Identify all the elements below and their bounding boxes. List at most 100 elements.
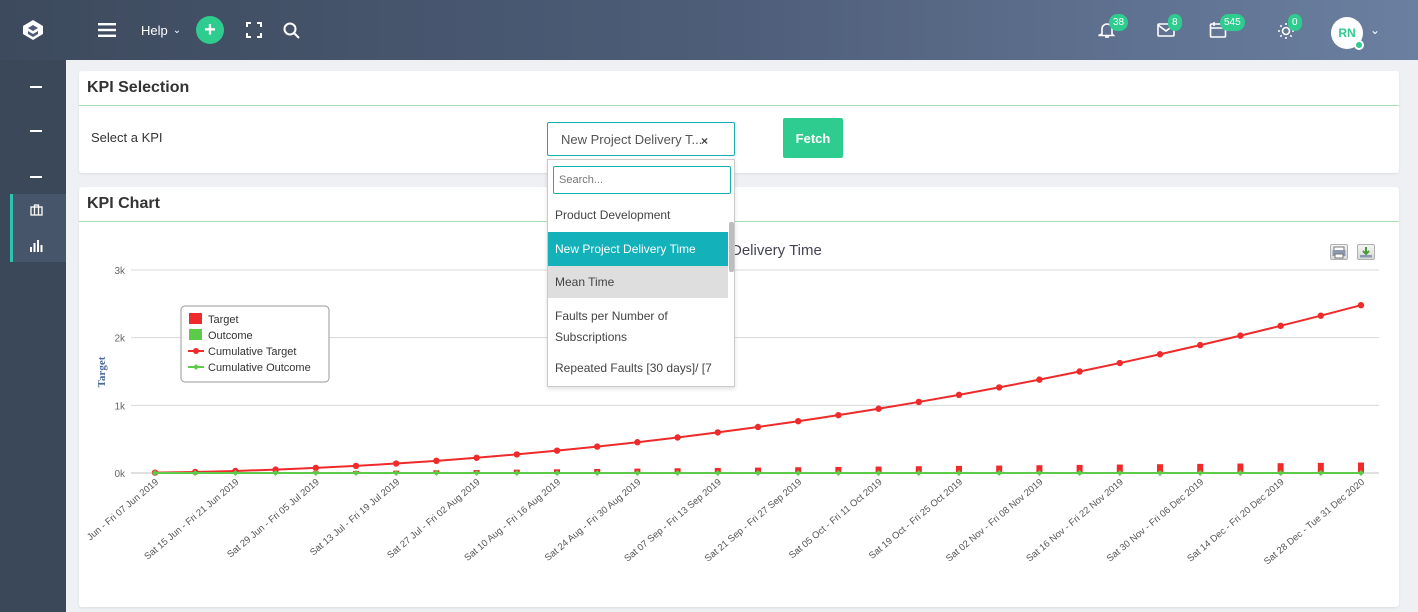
legend-swatch xyxy=(189,329,202,340)
cumulative-target-point xyxy=(634,439,641,446)
cumulative-target-point xyxy=(433,457,440,465)
dropdown-option[interactable]: New Project Delivery Time xyxy=(548,232,728,266)
notification-badge: 38 xyxy=(1109,14,1129,31)
x-tick-label: Jun - Fri 07 Jun 2019 xyxy=(85,477,161,543)
x-tick-label: Sat 15 Jun - Fri 21 Jun 2019 xyxy=(142,477,241,562)
panel-title: KPI Chart xyxy=(87,195,160,212)
sidebar-item-kpi[interactable] xyxy=(0,232,66,260)
x-tick-label: Sat 05 Oct - Fri 11 Oct 2019 xyxy=(787,477,885,561)
theme-toggle[interactable]: 0 xyxy=(1274,14,1302,42)
y-tick-label: 1k xyxy=(114,401,126,412)
sidebar-item-2[interactable] xyxy=(0,117,66,145)
dash-icon xyxy=(30,130,42,132)
cumulative-target-point xyxy=(875,405,882,412)
legend-label: Outcome xyxy=(208,330,253,342)
cumulative-target-point xyxy=(1357,301,1365,309)
clear-selection-icon[interactable]: × xyxy=(701,134,708,148)
add-button[interactable]: + xyxy=(196,16,224,44)
legend-swatch xyxy=(189,313,202,324)
settings-badge: 0 xyxy=(1288,14,1302,31)
cumulative-target-point xyxy=(1317,312,1325,319)
dropdown-option[interactable]: Mean Time xyxy=(548,266,728,298)
cumulative-target-point xyxy=(1237,332,1244,339)
legend-marker xyxy=(193,348,199,354)
bar-chart-icon xyxy=(30,240,43,252)
cumulative-target-line xyxy=(154,304,1362,474)
dropdown-option[interactable]: Product Development xyxy=(548,208,728,226)
x-tick-label: Sat 27 Jul - Fri 02 Aug 2019 xyxy=(385,477,482,561)
cumulative-target-point xyxy=(1197,341,1204,349)
cumulative-target-point xyxy=(795,418,802,425)
fetch-button[interactable]: Fetch xyxy=(783,118,843,158)
notifications-bell[interactable]: 38 xyxy=(1095,14,1129,42)
briefcase-icon xyxy=(30,204,43,216)
y-axis-label: Target xyxy=(96,356,108,387)
cumulative-target-point xyxy=(674,434,681,441)
help-menu[interactable]: Help ⌄ xyxy=(141,22,181,38)
kpi-chart: Delivery Time 0k 1k 2k 3k Target Jun - Fri 07 … xyxy=(85,242,1379,567)
app-logo-icon[interactable] xyxy=(22,19,44,41)
cumulative-target-point xyxy=(1036,376,1043,383)
dash-icon xyxy=(30,86,42,88)
print-chart-button[interactable] xyxy=(1330,244,1348,260)
cumulative-target-point xyxy=(714,429,721,436)
cumulative-target-point xyxy=(754,423,762,431)
x-tick-label: Sat 13 Jul - Fri 19 Jul 2019 xyxy=(308,477,402,558)
cumulative-target-point xyxy=(915,398,922,406)
cumulative-target-point xyxy=(1116,359,1124,367)
y-tick-label: 3k xyxy=(114,266,126,277)
chart-legend: Target Outcome Cumulative Target Cumulative… xyxy=(180,305,330,383)
cumulative-target-point xyxy=(1277,322,1284,330)
x-tick-label: Sat 29 Jun - Fri 05 Jul 2019 xyxy=(225,477,321,560)
panel-title: KPI Selection xyxy=(87,79,190,96)
calendar-tasks[interactable]: 545 xyxy=(1206,14,1245,42)
cumulative-target-point xyxy=(1076,368,1083,375)
chart-title: Delivery Time xyxy=(731,242,822,259)
sidebar xyxy=(0,60,66,612)
chevron-down-icon: ⌄ xyxy=(172,24,182,36)
cumulative-outcome-point xyxy=(312,470,319,476)
y-tick-label: 2k xyxy=(114,334,126,345)
cumulative-target-point xyxy=(594,443,601,450)
calendar-badge: 545 xyxy=(1220,14,1245,31)
print-icon xyxy=(1332,246,1346,259)
cumulative-outcome-point xyxy=(353,470,359,476)
dropdown-option[interactable]: Faults per Number of Subscriptions xyxy=(548,306,728,348)
hamburger-menu-icon[interactable] xyxy=(96,19,118,41)
download-icon xyxy=(1360,247,1372,258)
select-kpi-label: Select a KPI xyxy=(91,130,163,145)
cumulative-target-point xyxy=(835,411,842,419)
online-status-dot xyxy=(1354,40,1364,50)
cumulative-target-point xyxy=(393,460,400,467)
search-icon[interactable] xyxy=(281,20,301,40)
cumulative-target-point xyxy=(352,462,360,470)
dropdown-scrollbar[interactable] xyxy=(729,222,734,272)
kpi-selection-panel: KPI Selection Select a KPI New Project D… xyxy=(79,71,1399,173)
legend-label: Cumulative Target xyxy=(208,346,296,358)
download-chart-button[interactable] xyxy=(1357,244,1375,260)
fullscreen-icon[interactable] xyxy=(245,21,263,39)
x-tick-label: Sat 19 Oct - Fri 25 Oct 2019 xyxy=(867,477,965,562)
message-badge: 8 xyxy=(1168,14,1182,31)
legend-label: Target xyxy=(208,314,239,326)
y-tick-label: 0k xyxy=(114,469,126,480)
cumulative-target-point xyxy=(473,454,480,461)
sidebar-item-3[interactable] xyxy=(0,163,66,191)
legend-label: Cumulative Outcome xyxy=(208,362,311,374)
panel-divider xyxy=(79,105,1399,106)
cumulative-target-point xyxy=(553,447,561,454)
chevron-down-icon[interactable]: ⌄ xyxy=(1370,23,1380,37)
kpi-dropdown: Search... Product Development New Projec… xyxy=(547,159,735,387)
cumulative-target-point xyxy=(955,391,963,399)
cumulative-target-point xyxy=(996,384,1003,391)
kpi-select-value: New Project Delivery T... xyxy=(561,132,703,147)
dropdown-search-input[interactable]: Search... xyxy=(553,166,731,194)
help-label: Help xyxy=(141,22,168,38)
sidebar-item-dashboard[interactable] xyxy=(0,196,66,224)
top-bar: Help ⌄ + 38 8 545 0 RN ⌄ xyxy=(0,0,1418,60)
cumulative-target-point xyxy=(513,451,520,458)
dash-icon xyxy=(30,176,42,178)
dropdown-option[interactable]: Repeated Faults [30 days]/ [7 xyxy=(548,361,728,379)
messages-mail[interactable]: 8 xyxy=(1154,14,1182,42)
sidebar-item-1[interactable] xyxy=(0,73,66,101)
